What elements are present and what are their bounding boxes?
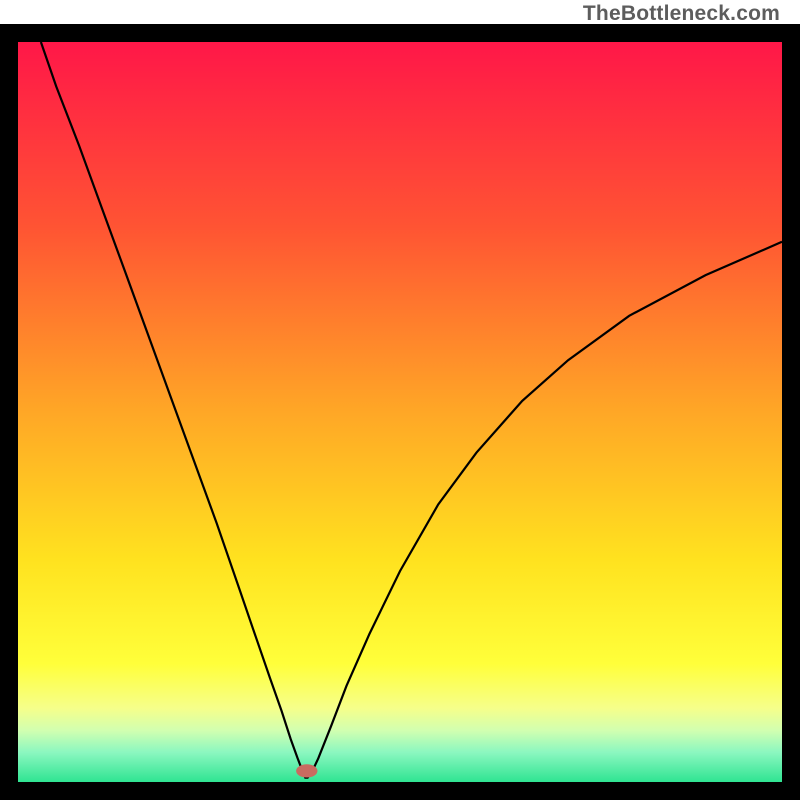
frame-edge bbox=[782, 24, 800, 800]
chart-container: TheBottleneck.com bbox=[0, 0, 800, 800]
frame-edge bbox=[0, 24, 800, 42]
plot-area bbox=[0, 24, 800, 800]
frame-edge bbox=[0, 782, 800, 800]
watermark-label: TheBottleneck.com bbox=[583, 2, 780, 26]
bottleneck-chart bbox=[0, 24, 800, 800]
minimum-marker bbox=[296, 764, 317, 777]
frame-edge bbox=[0, 24, 18, 800]
gradient-background bbox=[18, 42, 782, 782]
